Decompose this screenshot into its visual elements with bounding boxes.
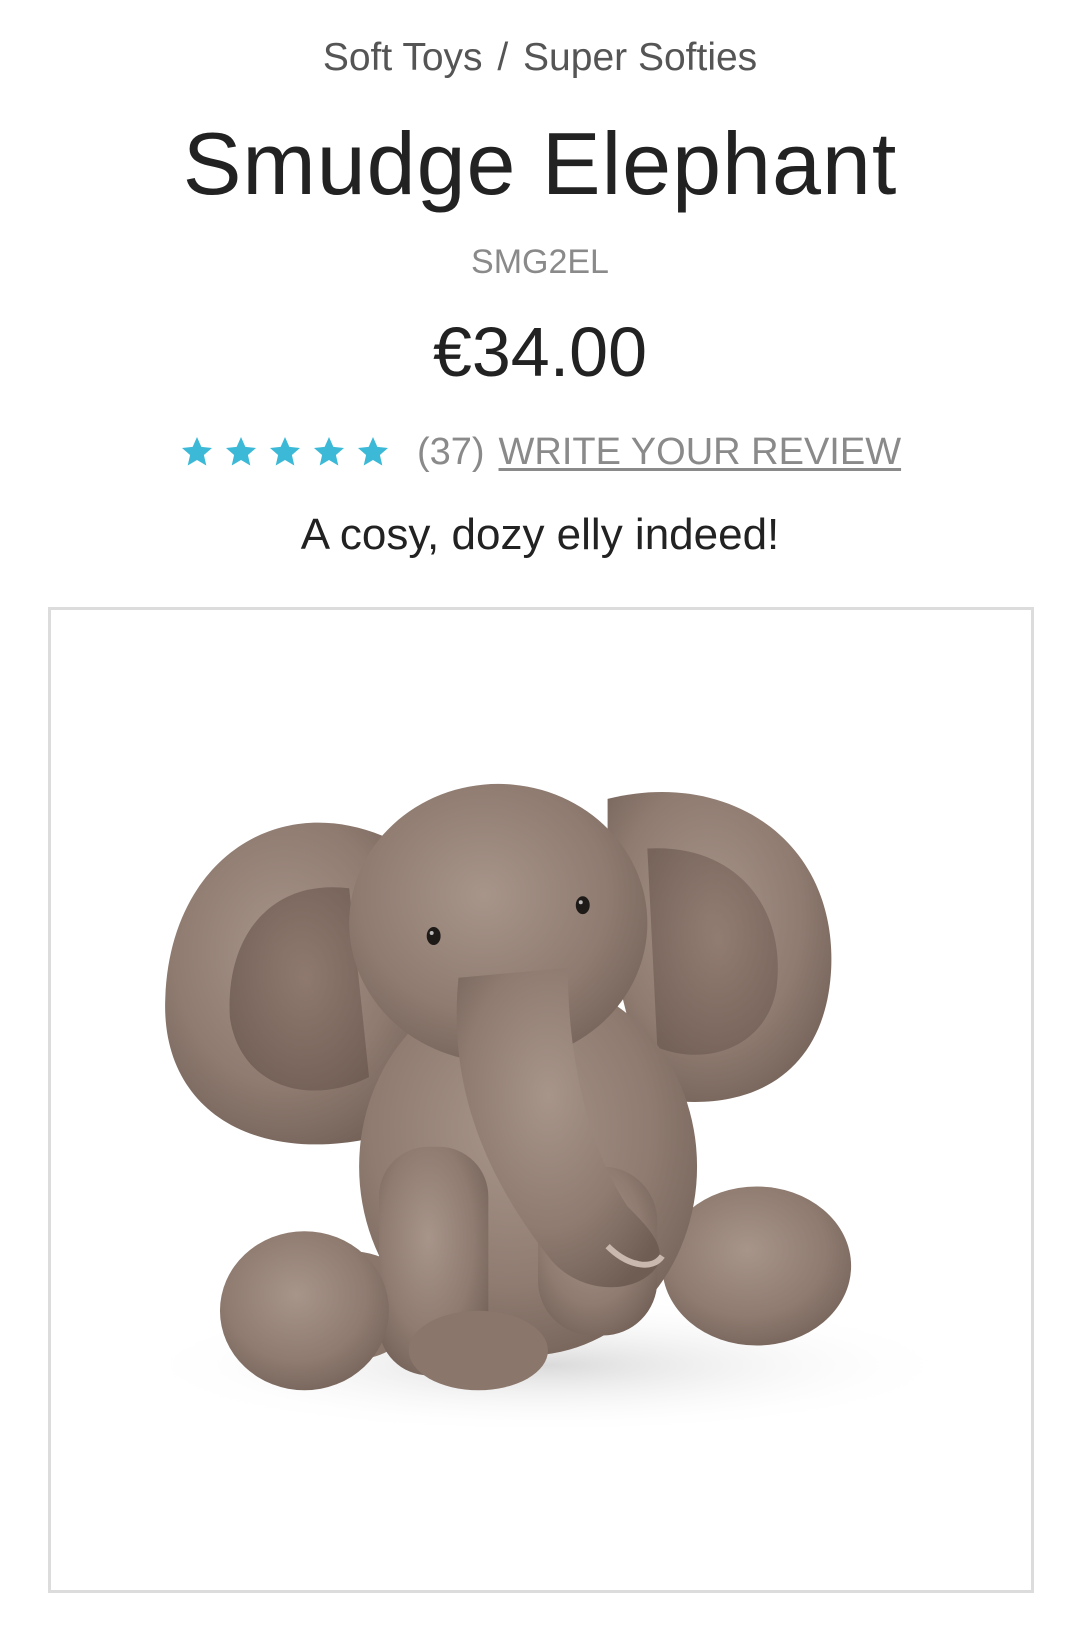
rating-stars xyxy=(179,434,399,470)
star-icon xyxy=(181,437,212,466)
product-price: €34.00 xyxy=(432,313,648,391)
product-sku: SMG2EL xyxy=(471,243,609,281)
product-tagline: A cosy, dozy elly indeed! xyxy=(300,510,780,559)
breadcrumb-soft-toys[interactable]: Soft Toys xyxy=(323,36,483,79)
breadcrumb-separator: / xyxy=(497,36,509,79)
elephant-plush-illustration xyxy=(130,783,966,1435)
product-page: Soft Toys / Super Softies Smudge Elephan… xyxy=(0,0,1080,1634)
breadcrumb: Soft Toys / Super Softies xyxy=(0,30,1080,86)
star-icon xyxy=(357,437,388,466)
product-image[interactable] xyxy=(48,607,1034,1593)
star-icon xyxy=(225,437,256,466)
rating-row: (37) WRITE YOUR REVIEW xyxy=(0,428,1080,476)
star-icon xyxy=(269,437,300,466)
write-review-link[interactable]: WRITE YOUR REVIEW xyxy=(499,428,902,476)
breadcrumb-super-softies[interactable]: Super Softies xyxy=(523,36,757,79)
star-icon xyxy=(313,437,344,466)
product-title: Smudge Elephant xyxy=(182,114,898,213)
review-count: (37) xyxy=(416,431,485,473)
